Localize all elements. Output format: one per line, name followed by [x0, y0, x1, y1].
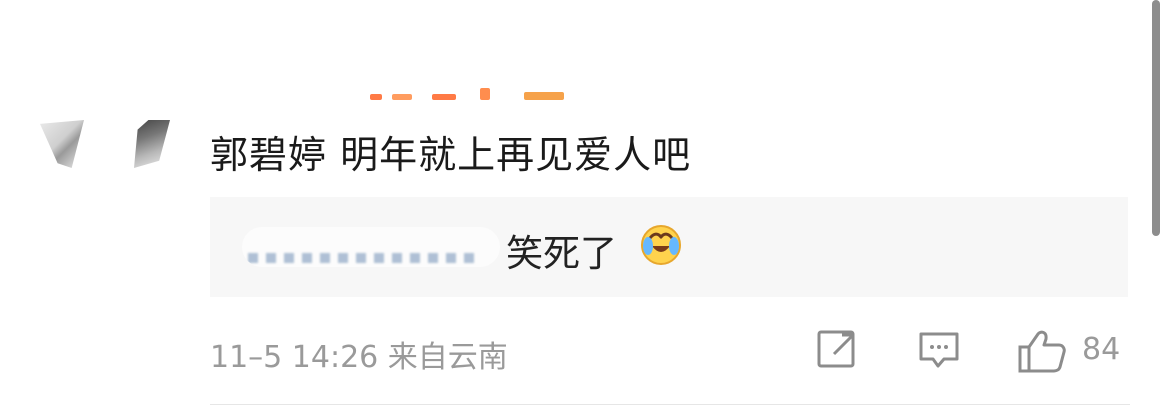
reply-text: 笑死了: [506, 232, 617, 275]
timestamp-location: 11–5 14:26 来自云南: [210, 340, 508, 375]
share-icon[interactable]: [816, 328, 860, 372]
reply-username-blurred[interactable]: [242, 227, 500, 267]
reply-box[interactable]: 笑死了: [210, 197, 1128, 297]
laughing-crying-emoji-icon: [641, 225, 681, 265]
like-count: 84: [1082, 332, 1121, 367]
avatar-left-fragment: [40, 120, 84, 168]
like-icon[interactable]: [1016, 328, 1068, 374]
scrollbar[interactable]: [1152, 0, 1160, 236]
comment-icon[interactable]: [918, 328, 962, 372]
avatar[interactable]: [40, 112, 172, 172]
avatar-right-fragment: [134, 120, 170, 168]
previous-item-fragment: [360, 82, 580, 100]
divider: [210, 404, 1130, 405]
comment-text: 郭碧婷 明年就上再见爱人吧: [210, 133, 692, 177]
